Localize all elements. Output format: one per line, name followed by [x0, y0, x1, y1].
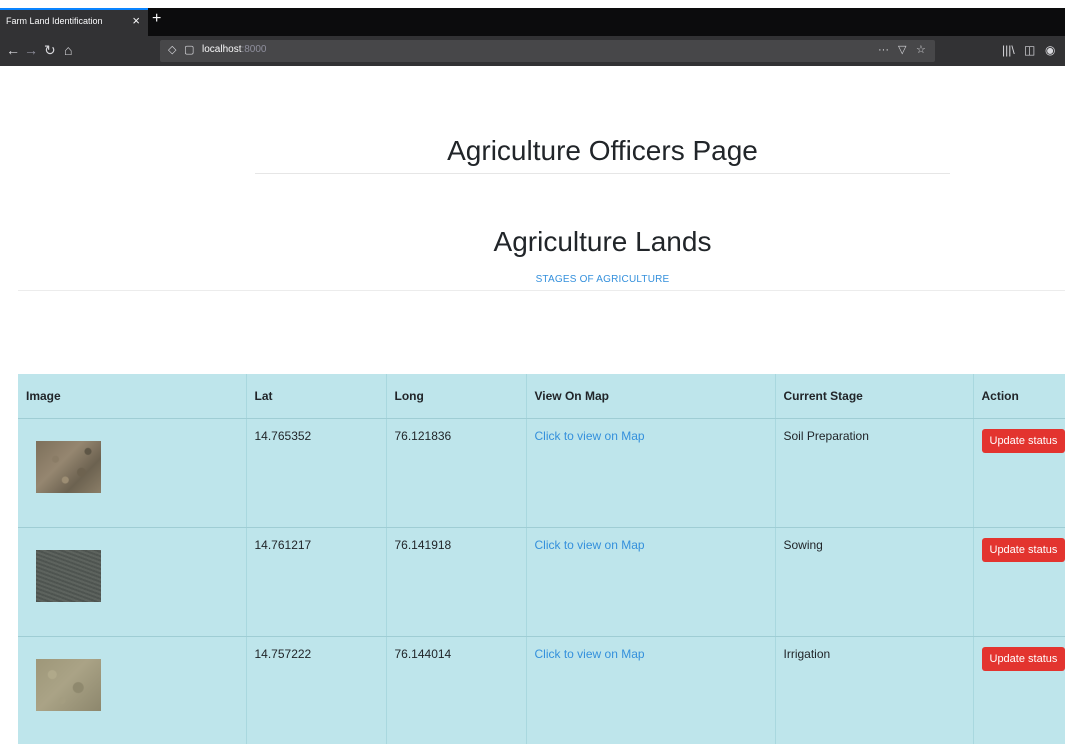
table-header-row: Image Lat Long View On Map Current Stage…	[18, 374, 1065, 419]
stage-cell: Sowing	[774, 527, 973, 637]
image-cell	[18, 636, 246, 744]
long-value: 76.144014	[394, 647, 452, 661]
long-cell: 76.121836	[385, 418, 526, 528]
land-satellite-image	[36, 441, 101, 493]
table-row: 14.757222 76.144014 Click to view on Map…	[18, 636, 1065, 744]
land-satellite-image	[36, 550, 101, 602]
stage-value: Sowing	[783, 538, 823, 552]
column-header-view-on-map: View On Map	[525, 374, 775, 419]
image-cell	[18, 418, 246, 528]
column-header-current-stage: Current Stage	[774, 374, 973, 419]
update-status-button[interactable]: Update status	[981, 429, 1065, 453]
update-status-button[interactable]: Update status	[981, 538, 1065, 562]
bookmark-star-icon[interactable]: ☆	[916, 43, 926, 58]
url-port: :8000	[241, 44, 267, 55]
back-arrow-icon[interactable]: ←	[6, 41, 20, 59]
land-satellite-image	[36, 659, 101, 711]
shield-icon[interactable]: ◇	[168, 43, 176, 58]
long-cell: 76.144014	[385, 636, 526, 744]
stage-value: Soil Preparation	[783, 429, 869, 443]
stage-cell: Irrigation	[774, 636, 973, 744]
lat-value: 14.761217	[254, 538, 312, 552]
action-cell: Update status	[972, 527, 1065, 637]
long-cell: 76.141918	[385, 527, 526, 637]
lat-value: 14.765352	[254, 429, 312, 443]
column-header-lat: Lat	[245, 374, 386, 419]
view-on-map-link[interactable]: Click to view on Map	[535, 528, 767, 552]
column-header-action: Action	[972, 374, 1065, 419]
tab-title: Farm Land Identification	[6, 16, 103, 26]
sidebar-icon[interactable]: ◫	[1024, 42, 1035, 58]
action-cell: Update status	[972, 418, 1065, 528]
account-icon[interactable]: ◉	[1045, 42, 1055, 58]
more-actions-icon[interactable]: ···	[878, 43, 889, 58]
lands-table-container: Image Lat Long View On Map Current Stage…	[18, 374, 1065, 744]
lat-cell: 14.765352	[245, 418, 386, 528]
library-icon[interactable]: |||\	[1002, 42, 1015, 58]
pocket-icon[interactable]: ▽	[898, 43, 906, 58]
long-value: 76.121836	[394, 429, 452, 443]
map-cell: Click to view on Map	[525, 418, 775, 528]
table-row: 14.765352 76.121836 Click to view on Map…	[18, 418, 1065, 528]
section-subtitle: STAGES OF AGRICULTURE	[535, 274, 670, 285]
section-divider	[18, 290, 1065, 291]
long-value: 76.141918	[394, 538, 452, 552]
lands-table: Image Lat Long View On Map Current Stage…	[18, 374, 1065, 744]
title-divider	[255, 173, 950, 174]
stage-value: Irrigation	[783, 647, 831, 661]
lat-cell: 14.757222	[245, 636, 386, 744]
update-status-button[interactable]: Update status	[981, 647, 1065, 671]
lat-cell: 14.761217	[245, 527, 386, 637]
map-cell: Click to view on Map	[525, 636, 775, 744]
table-row: 14.761217 76.141918 Click to view on Map…	[18, 527, 1065, 637]
url-host: localhost	[202, 44, 242, 55]
browser-tab[interactable]: Farm Land Identification ×	[0, 8, 148, 36]
home-icon[interactable]: ⌂	[64, 41, 72, 59]
column-header-long: Long	[385, 374, 526, 419]
view-on-map-link[interactable]: Click to view on Map	[535, 637, 767, 661]
lat-value: 14.757222	[254, 647, 312, 661]
reload-icon[interactable]: ↻	[44, 41, 56, 59]
view-on-map-link[interactable]: Click to view on Map	[535, 419, 767, 443]
action-cell: Update status	[972, 636, 1065, 744]
tab-strip: Farm Land Identification × +	[0, 8, 1065, 36]
navigation-bar: ← → ↻ ⌂ ◇ ▢ localhost:8000 ··· ▽ ☆ |||\ …	[0, 36, 1065, 66]
image-cell	[18, 527, 246, 637]
tab-close-icon[interactable]: ×	[132, 13, 140, 29]
page-title: Agriculture Officers Page	[447, 135, 758, 166]
new-tab-icon[interactable]: +	[152, 10, 161, 28]
forward-arrow-icon[interactable]: →	[24, 41, 38, 59]
map-cell: Click to view on Map	[525, 527, 775, 637]
section-title: Agriculture Lands	[493, 226, 712, 257]
url-text[interactable]: localhost:8000	[202, 44, 267, 55]
page-icon: ▢	[184, 44, 195, 56]
url-bar[interactable]: ◇ ▢ localhost:8000 ··· ▽ ☆	[160, 40, 935, 62]
column-header-image: Image	[18, 374, 246, 419]
stage-cell: Soil Preparation	[774, 418, 973, 528]
